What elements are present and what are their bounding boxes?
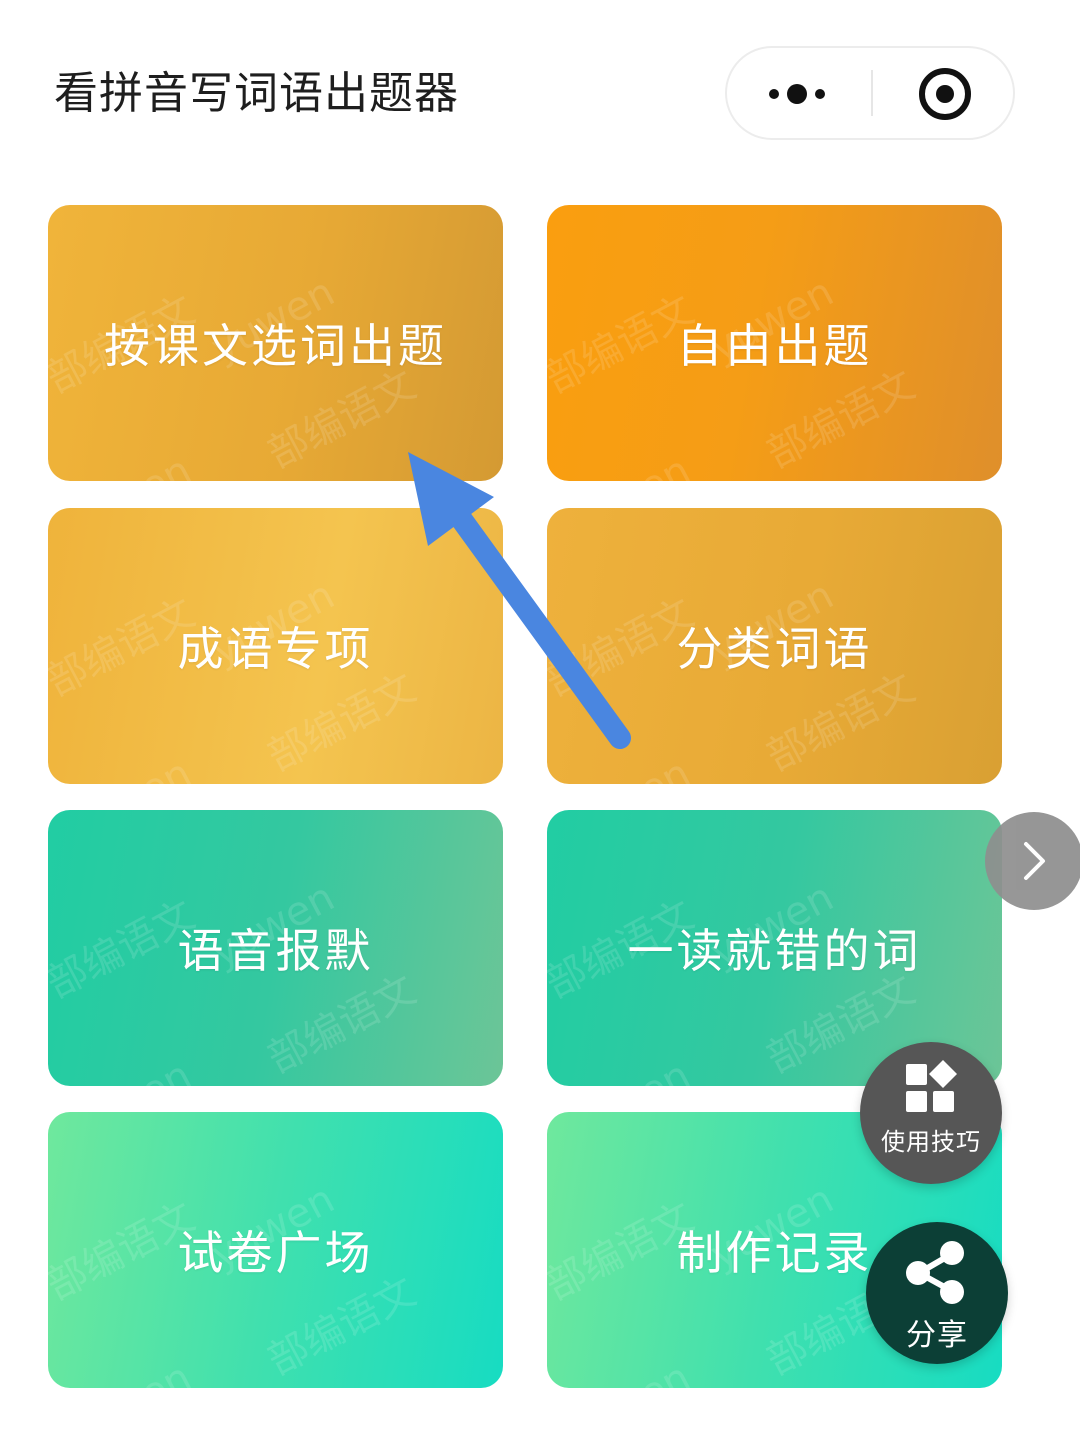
card-select-by-lesson[interactable]: 部编语文 yuwen yuwen 部编语文 按课文选词出题 [48,205,503,481]
usage-tips-button[interactable]: 使用技巧 [860,1042,1002,1184]
card-voice-dictation[interactable]: 部编语文 yuwen yuwen 部编语文 语音报默 [48,810,503,1086]
card-label: 语音报默 [177,924,374,978]
svg-text:yuwen: yuwen [61,447,199,481]
svg-text:yuwen: yuwen [61,750,199,784]
svg-text:部编语文: 部编语文 [260,665,423,781]
svg-text:yuwen: yuwen [560,750,698,784]
svg-text:部编语文: 部编语文 [759,665,922,781]
more-button[interactable] [727,48,872,138]
svg-text:部编语文: 部编语文 [759,362,922,478]
usage-tips-label: 使用技巧 [881,1128,981,1156]
target-close-icon [919,68,971,120]
share-label: 分享 [906,1318,968,1353]
svg-text:部编语文: 部编语文 [260,967,423,1083]
card-label: 按课文选词出题 [104,319,447,373]
page-title: 看拼音写词语出题器 [54,68,459,119]
svg-text:部编语文: 部编语文 [260,362,423,478]
card-label: 分类词语 [676,622,873,676]
card-paper-square[interactable]: 部编语文 yuwen yuwen 部编语文 试卷广场 [48,1112,503,1388]
next-page-button[interactable] [985,812,1080,910]
card-idioms[interactable]: 部编语文 yuwen yuwen 部编语文 成语专项 [48,508,503,784]
svg-text:yuwen: yuwen [61,1354,199,1388]
svg-text:yuwen: yuwen [560,1052,698,1086]
svg-text:yuwen: yuwen [61,1052,199,1086]
grid-shapes-icon [906,1060,957,1112]
card-free-create[interactable]: 部编语文 yuwen yuwen 部编语文 自由出题 [547,205,1002,481]
svg-text:yuwen: yuwen [560,447,698,481]
mini-program-capsule [725,46,1015,140]
card-label: 一读就错的词 [627,924,922,978]
svg-text:部编语文: 部编语文 [260,1269,423,1385]
card-label: 自由出题 [676,319,873,373]
share-button[interactable]: 分享 [866,1222,1008,1364]
card-label: 成语专项 [177,622,374,676]
chevron-right-icon [1024,842,1045,880]
close-button[interactable] [873,48,1013,138]
svg-text:yuwen: yuwen [560,1354,698,1388]
card-label: 试卷广场 [177,1226,374,1280]
card-categorized-words[interactable]: 部编语文 yuwen yuwen 部编语文 分类词语 [547,508,1002,784]
